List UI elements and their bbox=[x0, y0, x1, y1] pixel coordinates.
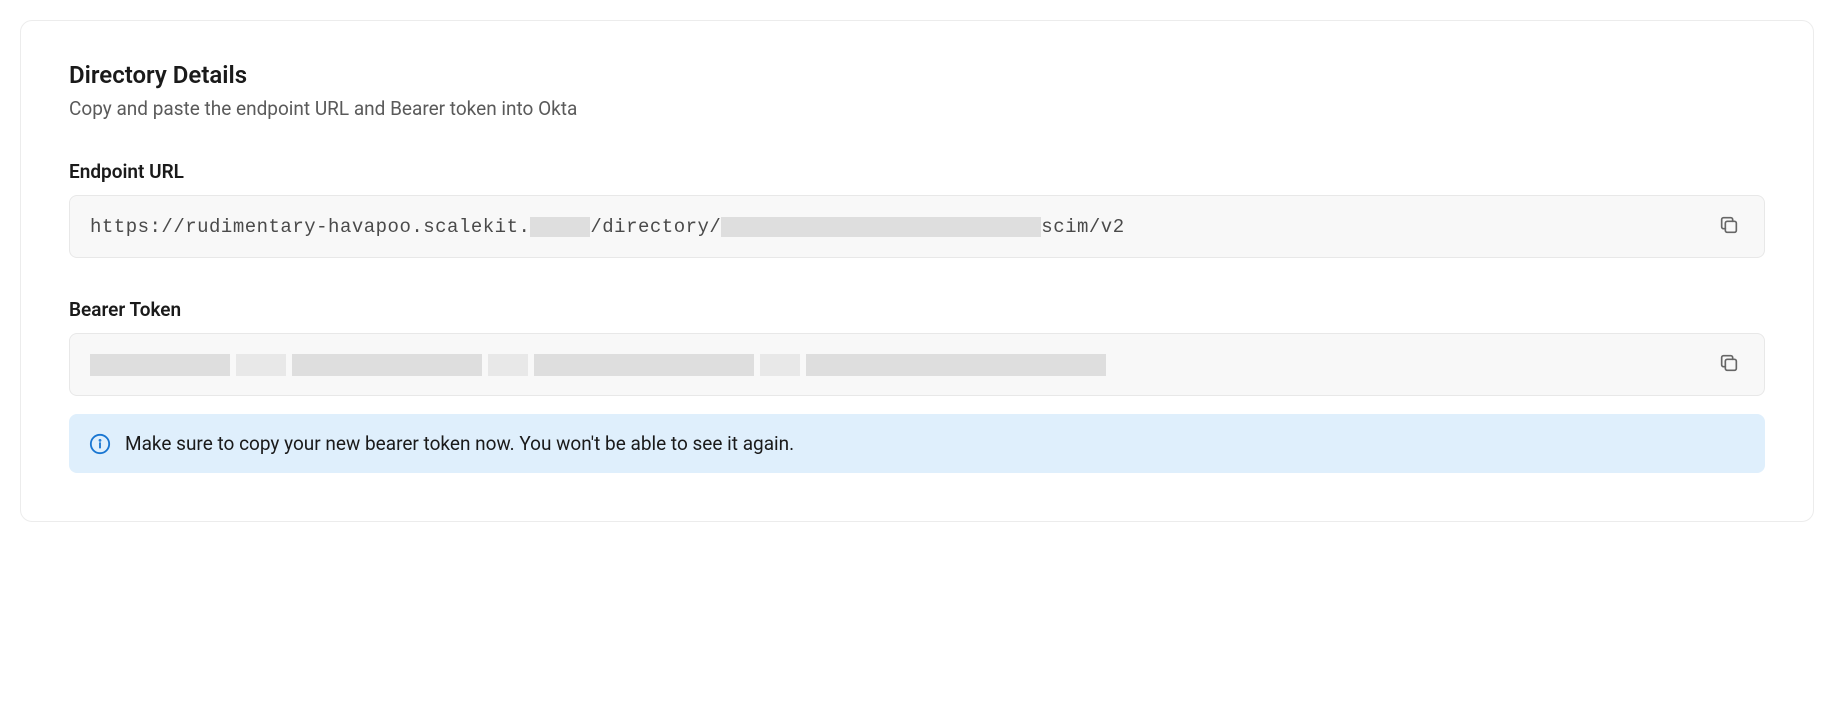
endpoint-url-field: https://rudimentary-havapoo.scalekit. /d… bbox=[69, 195, 1765, 258]
copy-endpoint-button[interactable] bbox=[1714, 210, 1744, 243]
directory-details-card: Directory Details Copy and paste the end… bbox=[20, 20, 1814, 522]
page-subtitle: Copy and paste the endpoint URL and Bear… bbox=[69, 97, 1765, 120]
bearer-token-value bbox=[90, 354, 1106, 376]
redacted-segment bbox=[721, 217, 1041, 237]
page-title: Directory Details bbox=[69, 61, 1765, 89]
endpoint-url-label: Endpoint URL bbox=[69, 160, 1765, 183]
info-icon bbox=[89, 433, 111, 455]
bearer-token-field bbox=[69, 333, 1765, 396]
endpoint-url-text-2: /directory/ bbox=[590, 216, 721, 238]
bearer-token-label: Bearer Token bbox=[69, 298, 1765, 321]
info-message: Make sure to copy your new bearer token … bbox=[125, 432, 794, 455]
copy-icon bbox=[1718, 352, 1740, 377]
endpoint-url-text-1: https://rudimentary-havapoo.scalekit. bbox=[90, 216, 530, 238]
endpoint-url-value: https://rudimentary-havapoo.scalekit. /d… bbox=[90, 216, 1125, 238]
endpoint-url-text-3: scim/v2 bbox=[1041, 216, 1124, 238]
copy-icon bbox=[1718, 214, 1740, 239]
copy-token-button[interactable] bbox=[1714, 348, 1744, 381]
info-banner: Make sure to copy your new bearer token … bbox=[69, 414, 1765, 473]
redacted-token bbox=[90, 354, 1106, 376]
redacted-segment bbox=[530, 217, 590, 237]
